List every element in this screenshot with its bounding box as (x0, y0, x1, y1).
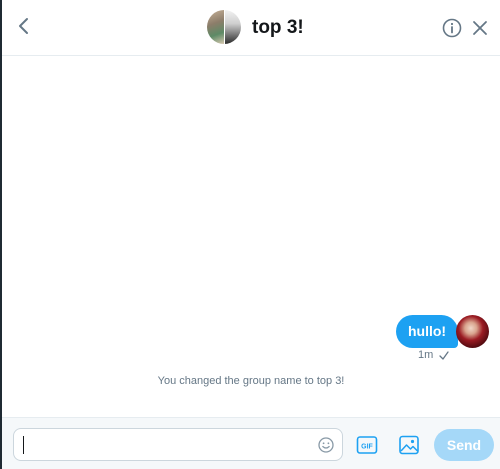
dm-conversation-window: top 3! hullo! 1m You changed the group n… (0, 0, 500, 469)
conversation-header: top 3! (2, 0, 500, 56)
text-caret (23, 436, 24, 454)
message-composer: GIF Send (2, 417, 500, 469)
group-avatar[interactable] (207, 10, 241, 44)
system-notice: You changed the group name to top 3! (157, 375, 345, 387)
emoji-button[interactable] (316, 435, 336, 455)
message-timestamp: 1m (418, 349, 434, 361)
conversation-title[interactable]: top 3! (252, 15, 304, 41)
gif-label: GIF (361, 443, 373, 450)
message-bubble-sent[interactable]: hullo! (396, 315, 459, 348)
add-image-button[interactable] (398, 434, 420, 456)
emoji-icon (318, 437, 334, 453)
message-input[interactable] (22, 432, 316, 459)
info-icon (442, 18, 462, 38)
close-icon (473, 21, 487, 35)
message-meta: 1m (418, 349, 449, 361)
send-button[interactable]: Send (434, 429, 494, 461)
image-icon (399, 435, 419, 455)
group-avatar-member-2 (223, 10, 241, 44)
message-list[interactable]: hullo! 1m You changed the group name to … (2, 57, 500, 417)
gif-button[interactable]: GIF (356, 435, 378, 455)
close-button[interactable] (470, 18, 490, 38)
group-avatar-member-1 (207, 10, 224, 44)
sender-avatar[interactable] (456, 315, 489, 348)
gif-icon: GIF (356, 436, 378, 454)
chevron-left-icon (19, 18, 28, 34)
back-button[interactable] (12, 14, 36, 38)
checkmark-icon (439, 350, 449, 360)
message-input-wrapper[interactable] (13, 428, 343, 461)
conversation-info-button[interactable] (441, 17, 463, 39)
